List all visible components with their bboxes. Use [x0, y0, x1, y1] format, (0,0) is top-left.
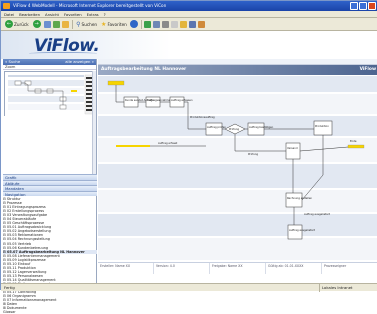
- shape-rechnung: [285, 192, 303, 208]
- shape-label: Auftrag erfassen: [171, 98, 193, 102]
- shape-label: Auftrag ausgeliefert: [289, 228, 315, 232]
- mail-icon[interactable]: [153, 20, 161, 28]
- search-label: Suchen: [81, 21, 98, 27]
- close-button[interactable]: [368, 2, 376, 10]
- back-button[interactable]: ← Zurück: [4, 20, 30, 28]
- page-title-bar: Auftragsbearbeitung NL Hannover ViFlow: [98, 65, 377, 75]
- window-titlebar: ViFlow 4 WebModell - Microsoft Internet …: [1, 1, 377, 11]
- lane-1: [98, 76, 377, 92]
- stop-icon[interactable]: [43, 20, 51, 28]
- connector-label: Auftrag erfasst: [158, 141, 177, 145]
- page-title: Auftragsbearbeitung NL Hannover: [101, 67, 187, 72]
- folder-icon[interactable]: [180, 20, 188, 28]
- navigation-tree: ⊟ Struktur ⊟ Prozesse ⊟ 01 Eintragungspro…: [3, 196, 97, 314]
- swimlane-diagram: Kunde sendet Anfrage Auftragsannahme Auf…: [98, 76, 377, 260]
- status-text: Fertig: [4, 285, 15, 290]
- print-icon[interactable]: [162, 20, 170, 28]
- connector-label: Prüfung: [248, 152, 258, 156]
- shape-label: Versand: [287, 146, 298, 150]
- shape-label: Auftrag bestätigen: [249, 125, 274, 129]
- minimize-button[interactable]: [350, 2, 358, 10]
- favorites-button[interactable]: ★ Favoriten: [100, 21, 128, 28]
- lane-6: [98, 190, 377, 212]
- media-icon[interactable]: [129, 20, 138, 28]
- history-icon[interactable]: [144, 20, 152, 28]
- messenger-icon[interactable]: [189, 20, 197, 28]
- ie-icon: [3, 3, 10, 9]
- overview-map: [5, 72, 96, 117]
- sidebar-scrollbar[interactable]: [92, 71, 96, 175]
- sidebar: « Suche alle anzeigen » Zoom Grafik Ablä…: [3, 59, 97, 314]
- shape-label: Produktion: [315, 124, 329, 128]
- home-icon[interactable]: [61, 20, 69, 28]
- logo-swoosh: [29, 52, 97, 55]
- process-diagram[interactable]: Kunde sendet Anfrage Auftragsannahme Auf…: [98, 75, 377, 278]
- shape-bestaetigen: [247, 122, 265, 136]
- shape-label: Rechnung erstellen: [287, 196, 312, 200]
- menu-tools[interactable]: Extras: [87, 12, 99, 17]
- tree-item[interactable]: Glossar: [3, 310, 97, 314]
- footer-field: Gültig ab: 01.01.XXXX: [266, 263, 322, 274]
- shape-label: Auftrag prüfen: [207, 125, 226, 129]
- back-label: Zurück: [14, 21, 29, 27]
- menu-edit[interactable]: Bearbeiten: [19, 12, 40, 17]
- menu-help[interactable]: ?: [104, 12, 106, 17]
- edit-icon[interactable]: [171, 20, 179, 28]
- lane-5: [98, 164, 377, 188]
- lane-2: [98, 94, 377, 114]
- overview-thumbnail[interactable]: [4, 71, 96, 117]
- favorites-label: Favoriten: [107, 21, 127, 27]
- search-button[interactable]: ⚲ Suchen: [75, 21, 98, 28]
- browser-toolbar: ← Zurück → ⚲ Suchen ★ Favoriten: [1, 18, 377, 31]
- shape-label: Auftragsannahme: [147, 98, 171, 102]
- lane-7: [98, 214, 377, 236]
- zoom-label: Zoom: [3, 65, 96, 70]
- forward-button[interactable]: →: [32, 20, 42, 28]
- window-title: ViFlow 4 WebModell - Microsoft Internet …: [13, 3, 167, 8]
- lane-8: [98, 238, 377, 260]
- start-event: [107, 80, 125, 86]
- sidebar-menu: Grafik Abläufe Mandaten Navigation ⊟ Str…: [3, 174, 97, 314]
- shape-produktion: [313, 120, 333, 136]
- shape-pruefen: [205, 122, 223, 136]
- show-all-link[interactable]: alle anzeigen »: [65, 59, 94, 65]
- connector-label: Produktionsauftrag: [190, 115, 215, 119]
- shape-label: Prüfung: [229, 127, 239, 131]
- forward-arrow-icon: →: [32, 20, 41, 28]
- footer-field: Prozesseigner: [322, 263, 377, 274]
- end-event: [347, 144, 365, 149]
- shape-label: Ende: [350, 139, 357, 143]
- menu-favorites[interactable]: Favoriten: [64, 12, 82, 17]
- status-zone: Lokales Intranet: [319, 284, 353, 292]
- footer-field: Version: 4.0: [154, 263, 210, 274]
- diagram-footer: Ersteller: Name XX Version: 4.0 Freigabe…: [98, 262, 377, 274]
- shape-ausgeliefert: [287, 224, 303, 240]
- main-content: Auftragsbearbeitung NL Hannover ViFlow K…: [98, 59, 377, 283]
- back-arrow-icon: ←: [5, 20, 13, 28]
- refresh-icon[interactable]: [52, 20, 60, 28]
- page-title-brand: ViFlow: [359, 67, 376, 72]
- menu-bar: Datei Bearbeiten Ansicht Favoriten Extra…: [1, 11, 377, 18]
- info-marker: [116, 145, 150, 147]
- menu-file[interactable]: Datei: [4, 12, 14, 17]
- shape-versand: [285, 142, 301, 160]
- footer-field: Freigabe: Name XX: [210, 263, 266, 274]
- tools-icon[interactable]: [198, 20, 206, 28]
- maximize-button[interactable]: [359, 2, 367, 10]
- lane-4: [98, 138, 377, 162]
- search-icon: ⚲: [76, 20, 81, 28]
- browser-window: ViFlow 4 WebModell - Microsoft Internet …: [0, 0, 377, 314]
- menu-view[interactable]: Ansicht: [45, 12, 59, 17]
- footer-field: Ersteller: Name XX: [98, 263, 154, 274]
- connector-label: Auftrag ausgeliefert: [304, 212, 330, 216]
- star-icon: ★: [101, 20, 107, 28]
